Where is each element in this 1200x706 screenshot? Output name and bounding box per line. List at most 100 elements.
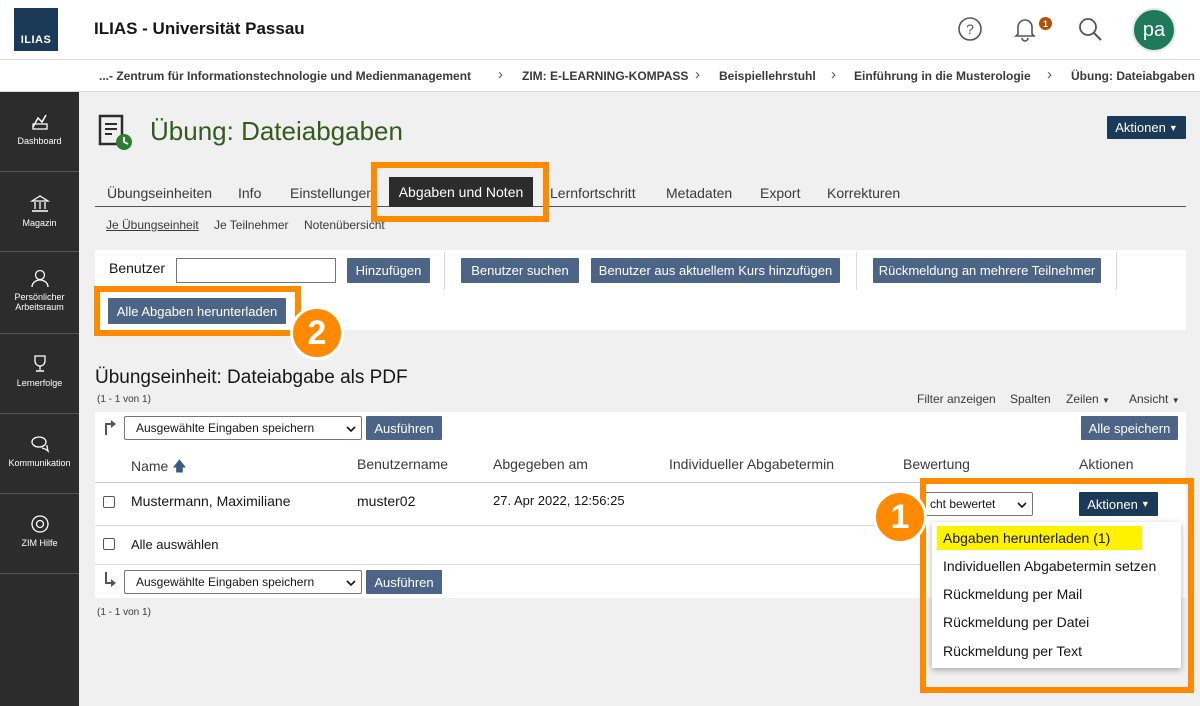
annotation-number-2: 2	[290, 306, 344, 360]
annotation-number-1: 1	[873, 490, 927, 544]
filter-toggle[interactable]: Filter anzeigen	[917, 392, 996, 406]
tab-korrekturen[interactable]: Korrekturen	[827, 185, 900, 201]
breadcrumb-item[interactable]: ...- Zentrum für Informationstechnologie…	[99, 69, 471, 83]
execute-button-bottom[interactable]: Ausführen	[366, 570, 442, 594]
bulk-action-value: Ausgewählte Eingaben speichern	[136, 421, 315, 435]
search-icon[interactable]	[1075, 14, 1105, 44]
dashboard-icon	[31, 114, 48, 130]
annotation-box-download-all	[94, 286, 301, 336]
trophy-icon	[33, 355, 46, 372]
page-title: Übung: Dateiabgaben	[150, 116, 403, 146]
pagination-count: (1 - 1 von 1)	[97, 607, 151, 618]
section-title: Übungseinheit: Dateiabgabe als PDF	[95, 367, 408, 388]
view-label: Ansicht	[1129, 392, 1169, 406]
annotation-box-actions	[920, 478, 1194, 693]
sidebar-item-zim-hilfe[interactable]: ZIM Hilfe	[0, 494, 79, 574]
cell-submitted: 27. Apr 2022, 12:56:25	[493, 493, 625, 508]
cell-username: muster02	[357, 493, 416, 509]
sidebar-item-label: Kommunikation	[8, 458, 71, 468]
page-actions-button[interactable]: Aktionen ▼	[1107, 116, 1186, 139]
toolbar-divider	[1116, 252, 1117, 290]
view-dropdown[interactable]: Ansicht ▼	[1129, 392, 1180, 406]
subtab-je-uebungseinheit[interactable]: Je Übungseinheit	[106, 218, 199, 232]
select-all-label[interactable]: Alle auswählen	[131, 537, 218, 552]
bulk-action-select-bottom[interactable]: Ausgewählte Eingaben speichern	[124, 570, 362, 594]
tab-metadaten[interactable]: Metadaten	[666, 185, 732, 201]
sidebar-item-label: Magazin	[22, 218, 57, 228]
lifebuoy-icon	[30, 515, 49, 533]
caret-down-icon: ▼	[1102, 396, 1110, 405]
main-sidebar: Dashboard Magazin Persönlicher Arbeitsra…	[0, 92, 79, 706]
breadcrumb-item[interactable]: Beispiellehrstuhl	[719, 69, 816, 83]
column-header-name[interactable]: Name 🡅	[131, 456, 187, 480]
feedback-multiple-button[interactable]: Rückmeldung an mehrere Teilnehmer	[873, 258, 1101, 283]
tab-einstellungen[interactable]: Einstellungen	[290, 185, 374, 201]
subtab-je-teilnehmer[interactable]: Je Teilnehmer	[214, 218, 288, 232]
ilias-logo[interactable]: ILIAS	[14, 8, 58, 51]
breadcrumb-item[interactable]: Übung: Dateiabgaben	[1071, 69, 1195, 83]
sidebar-item-label: Lernerfolge	[16, 378, 63, 388]
sidebar-item-lernerfolge[interactable]: Lernerfolge	[0, 334, 79, 414]
tab-info[interactable]: Info	[238, 185, 261, 201]
tab-lernfortschritt[interactable]: Lernfortschritt	[550, 185, 636, 201]
toolbar-divider	[444, 252, 445, 290]
rows-dropdown[interactable]: Zeilen ▼	[1066, 392, 1110, 406]
breadcrumb: ...- Zentrum für Informationstechnologie…	[0, 60, 1200, 92]
chevron-right-icon: ›	[498, 66, 503, 83]
rows-label: Zeilen	[1066, 392, 1099, 406]
chevron-right-icon: ›	[1047, 66, 1052, 83]
app-title: ILIAS - Universität Passau	[94, 19, 305, 38]
tab-uebungseinheiten[interactable]: Übungseinheiten	[107, 185, 212, 201]
bell-icon[interactable]	[1010, 14, 1040, 44]
chevron-right-icon: ›	[831, 66, 836, 83]
column-header-deadline[interactable]: Individueller Abgabetermin	[669, 456, 834, 472]
help-icon[interactable]: ?	[955, 14, 985, 44]
sort-up-icon: 🡅	[172, 458, 187, 474]
chevron-down-icon	[346, 577, 356, 591]
bulk-action-select-top[interactable]: Ausgewählte Eingaben speichern	[124, 416, 362, 440]
user-icon	[30, 269, 49, 288]
execute-button-top[interactable]: Ausführen	[366, 416, 442, 440]
caret-down-icon: ▼	[1168, 122, 1178, 133]
sidebar-item-label: ZIM Hilfe	[21, 538, 58, 548]
sidebar-item-workspace[interactable]: Persönlicher Arbeitsraum	[0, 252, 79, 334]
user-field-label: Benutzer	[109, 260, 166, 276]
user-input[interactable]	[176, 258, 336, 283]
columns-toggle[interactable]: Spalten	[1010, 392, 1051, 406]
toolbar-divider	[856, 252, 857, 290]
sidebar-item-label: Persönlicher Arbeitsraum	[14, 292, 65, 312]
pagination-count: (1 - 1 von 1)	[97, 394, 151, 405]
row-divider	[95, 564, 925, 565]
select-all-checkbox[interactable]	[103, 538, 115, 550]
chat-icon	[30, 436, 49, 454]
column-label: Name	[131, 458, 169, 474]
save-all-button[interactable]: Alle speichern	[1081, 416, 1178, 440]
column-header-actions: Aktionen	[1079, 456, 1134, 472]
column-header-username[interactable]: Benutzername	[357, 456, 448, 472]
notification-badge: 1	[1039, 17, 1052, 30]
chevron-down-icon	[346, 423, 356, 437]
bank-icon	[29, 195, 50, 212]
sidebar-item-dashboard[interactable]: Dashboard	[0, 92, 79, 172]
add-from-course-button[interactable]: Benutzer aus aktuellem Kurs hinzufügen	[591, 258, 840, 283]
exercise-icon	[98, 114, 134, 157]
search-users-button[interactable]: Benutzer suchen	[461, 258, 579, 283]
breadcrumb-item[interactable]: ZIM: E-LEARNING-KOMPASS	[522, 69, 688, 83]
cell-name: Mustermann, Maximiliane	[131, 493, 291, 509]
column-header-grade[interactable]: Bewertung	[903, 456, 970, 472]
page-actions-label: Aktionen	[1115, 120, 1166, 135]
svg-text:?: ?	[966, 21, 974, 37]
arrow-turn-right-icon	[103, 419, 117, 440]
tab-export[interactable]: Export	[760, 185, 800, 201]
avatar[interactable]: pa	[1132, 8, 1176, 52]
breadcrumb-item[interactable]: Einführung in die Musterologie	[854, 69, 1031, 83]
row-checkbox[interactable]	[103, 496, 115, 508]
sidebar-item-magazin[interactable]: Magazin	[0, 172, 79, 252]
bulk-action-value: Ausgewählte Eingaben speichern	[136, 575, 315, 589]
add-user-button[interactable]: Hinzufügen	[347, 258, 430, 283]
top-bar: ILIAS ILIAS - Universität Passau ? 1 pa	[0, 0, 1200, 60]
sidebar-item-kommunikation[interactable]: Kommunikation	[0, 414, 79, 494]
column-header-submitted[interactable]: Abgegeben am	[493, 456, 588, 472]
chevron-right-icon: ›	[695, 66, 700, 83]
row-divider	[95, 525, 925, 526]
